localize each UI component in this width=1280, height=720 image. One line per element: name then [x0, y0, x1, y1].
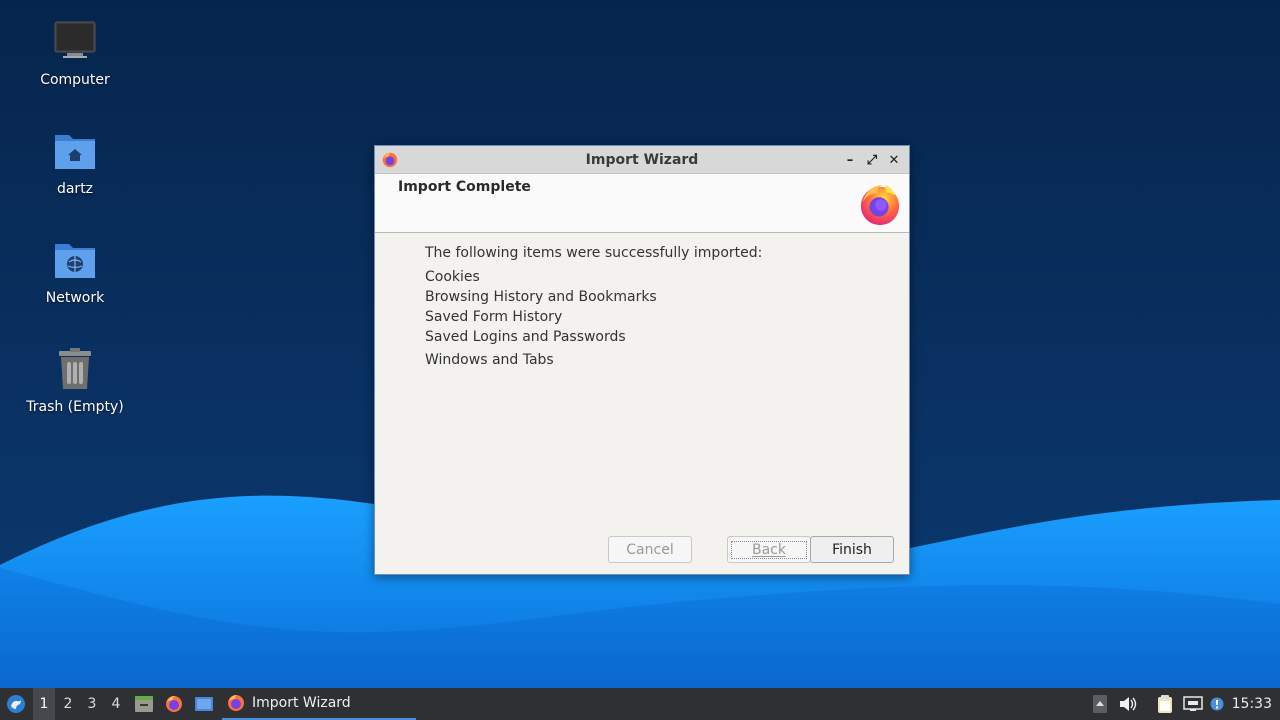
- home-folder-icon: [55, 135, 95, 169]
- list-item: Browsing History and Bookmarks: [425, 289, 657, 305]
- firefox-icon: [166, 696, 182, 712]
- close-button[interactable]: ✕: [885, 150, 903, 170]
- maximize-button[interactable]: ⤢: [863, 150, 881, 170]
- list-item: Saved Logins and Passwords: [425, 329, 626, 345]
- desktop-icon-trash[interactable]: Trash (Empty): [20, 345, 130, 415]
- file-manager-icon: [135, 696, 153, 712]
- back-button[interactable]: Back: [727, 536, 811, 563]
- workspace-2[interactable]: 2: [57, 688, 79, 720]
- page-title: Import Complete: [398, 179, 531, 195]
- network-folder-icon: [55, 244, 95, 278]
- desktop-icon-label: Network: [45, 290, 105, 306]
- trash-icon: [59, 348, 91, 389]
- whisker-menu-button[interactable]: [2, 688, 30, 720]
- finish-button-label: Finish: [832, 541, 872, 558]
- imported-items-list: Cookies Browsing History and Bookmarks S…: [425, 267, 657, 370]
- desktop-icon-label: dartz: [56, 181, 94, 197]
- workspace-4[interactable]: 4: [105, 688, 127, 720]
- window-titlebar[interactable]: Import Wizard – ⤢ ✕: [375, 146, 909, 174]
- desktop-icon-label: Trash (Empty): [26, 399, 124, 415]
- firefox-launcher[interactable]: [162, 688, 186, 720]
- firefox-logo-icon: [860, 184, 900, 226]
- desktop-icon-label: Computer: [40, 72, 110, 88]
- task-label: Import Wizard: [252, 695, 351, 711]
- list-item: Windows and Tabs: [425, 352, 554, 368]
- clipboard-icon: [1158, 695, 1172, 713]
- notification-icon: [1210, 697, 1224, 711]
- desktop-icon-computer[interactable]: Computer: [20, 18, 130, 88]
- computer-icon: [54, 21, 96, 58]
- clipboard-button[interactable]: [1154, 688, 1176, 720]
- window-title: Import Wizard: [585, 151, 699, 168]
- desktop-icon: [195, 697, 213, 711]
- tray-expand-button[interactable]: [1090, 688, 1110, 720]
- file-manager-launcher[interactable]: [132, 688, 156, 720]
- back-button-label: Back: [731, 540, 807, 559]
- workspace-1[interactable]: 1: [33, 688, 55, 720]
- desktop-icon-network[interactable]: Network: [20, 236, 130, 306]
- workspace-3[interactable]: 3: [81, 688, 103, 720]
- taskbar-task-import-wizard[interactable]: Import Wizard: [222, 688, 416, 720]
- volume-icon: [1120, 697, 1137, 711]
- cancel-button-label: Cancel: [626, 541, 674, 558]
- wizard-header: Import Complete: [375, 174, 909, 233]
- firefox-icon: [228, 695, 244, 711]
- cancel-button[interactable]: Cancel: [608, 536, 692, 563]
- taskbar: 1 2 3 4 Import Wizard 15:33: [0, 688, 1280, 720]
- intro-text: The following items were successfully im…: [425, 245, 763, 261]
- chevron-up-icon: [1093, 695, 1107, 713]
- finish-button[interactable]: Finish: [810, 536, 894, 563]
- list-item: Cookies: [425, 269, 480, 285]
- desktop-icon-home[interactable]: dartz: [20, 127, 130, 197]
- show-desktop-launcher[interactable]: [192, 688, 216, 720]
- clock[interactable]: 15:33: [1232, 688, 1272, 720]
- network-wired-icon: [1183, 696, 1203, 711]
- xfce-mouse-icon: [7, 695, 25, 713]
- network-button[interactable]: [1181, 688, 1205, 720]
- import-wizard-window: Import Wizard – ⤢ ✕ Import Complete The: [374, 145, 910, 575]
- list-item: Saved Form History: [425, 309, 563, 325]
- volume-button[interactable]: [1117, 688, 1139, 720]
- wizard-body: The following items were successfully im…: [375, 233, 909, 573]
- firefox-icon: [382, 152, 398, 168]
- notification-button[interactable]: [1208, 688, 1226, 720]
- minimize-button[interactable]: –: [841, 150, 859, 170]
